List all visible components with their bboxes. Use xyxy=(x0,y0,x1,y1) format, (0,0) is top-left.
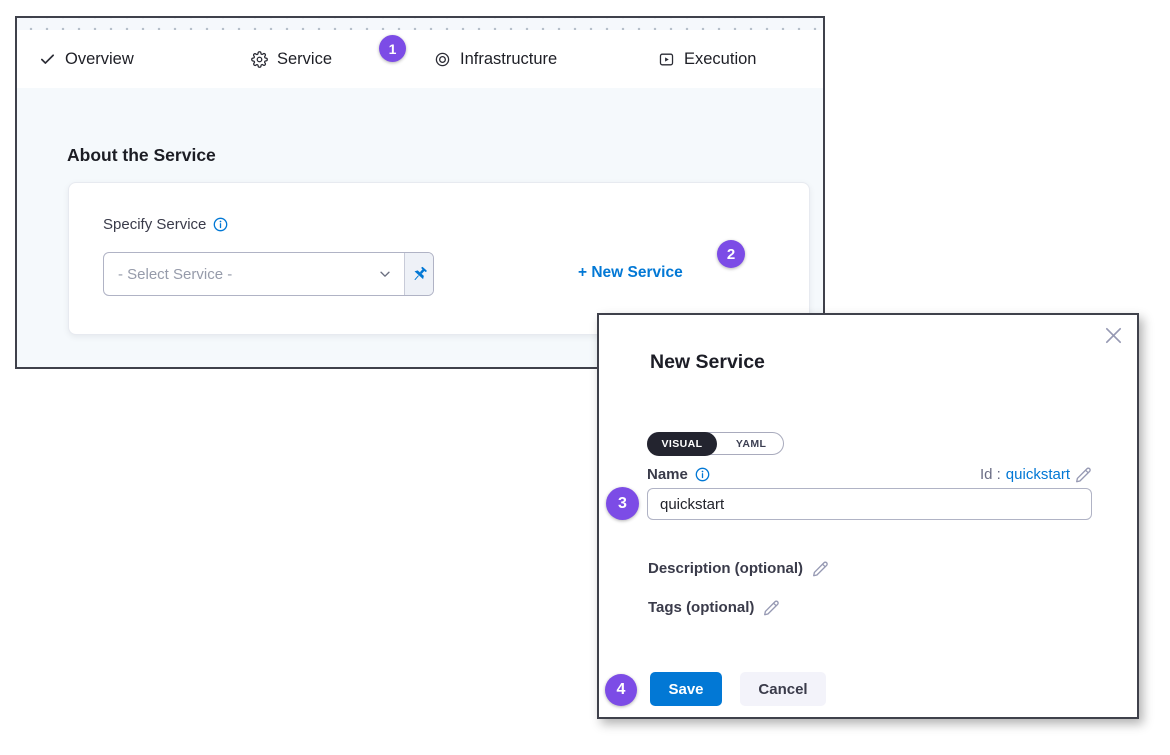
close-button[interactable] xyxy=(1102,324,1124,346)
tab-infrastructure-label: Infrastructure xyxy=(460,50,557,69)
toggle-visual[interactable]: VISUAL xyxy=(647,432,718,456)
step-badge-1: 1 xyxy=(379,35,406,62)
toggle-yaml[interactable]: YAML xyxy=(719,438,783,450)
pin-service-button[interactable] xyxy=(404,253,433,295)
info-icon[interactable] xyxy=(213,217,228,232)
specify-service-label: Specify Service xyxy=(103,216,206,233)
service-id-line: Id : quickstart xyxy=(980,466,1092,483)
edit-id-pencil-icon[interactable] xyxy=(1075,466,1092,483)
step-badge-3: 3 xyxy=(606,487,639,520)
save-button[interactable]: Save xyxy=(650,672,722,706)
pipeline-canvas-dotted-strip xyxy=(17,18,823,30)
new-service-modal: New Service VISUAL YAML Name Id : quicks… xyxy=(597,313,1139,719)
step-badge-2: 2 xyxy=(717,240,745,268)
service-id-value[interactable]: quickstart xyxy=(1006,466,1070,483)
step-badge-4: 4 xyxy=(605,674,637,706)
id-prefix-label: Id : xyxy=(980,466,1001,483)
tab-service[interactable]: Service xyxy=(251,30,332,88)
name-label: Name xyxy=(647,466,688,483)
cancel-button[interactable]: Cancel xyxy=(740,672,826,706)
modal-button-row: Save Cancel xyxy=(650,672,826,706)
description-label: Description (optional) xyxy=(648,560,803,577)
section-heading: About the Service xyxy=(67,145,216,166)
service-select-value: - Select Service - xyxy=(118,266,232,283)
info-icon[interactable] xyxy=(695,467,710,482)
gear-icon xyxy=(251,51,268,68)
tab-overview-label: Overview xyxy=(65,50,134,69)
tab-execution-label: Execution xyxy=(684,50,756,69)
pin-icon xyxy=(411,266,428,283)
close-icon xyxy=(1103,325,1124,346)
tab-overview[interactable]: Overview xyxy=(39,30,134,88)
service-select-group: - Select Service - xyxy=(103,252,434,296)
stage-tab-bar: Overview Service Infrastructure Executio… xyxy=(17,30,823,89)
double-circle-icon xyxy=(434,51,451,68)
name-label-row: Name Id : quickstart xyxy=(647,465,1092,483)
description-row: Description (optional) xyxy=(648,560,829,577)
chevron-down-icon xyxy=(378,267,392,281)
tab-infrastructure[interactable]: Infrastructure xyxy=(434,30,557,88)
tags-label: Tags (optional) xyxy=(648,599,754,616)
modal-title: New Service xyxy=(650,351,765,374)
tab-service-label: Service xyxy=(277,50,332,69)
edit-tags-pencil-icon[interactable] xyxy=(763,599,780,616)
new-service-button[interactable]: + New Service xyxy=(578,264,683,282)
tags-row: Tags (optional) xyxy=(648,599,780,616)
tab-execution[interactable]: Execution xyxy=(658,30,756,88)
check-icon xyxy=(39,51,56,68)
specify-service-label-row: Specify Service xyxy=(103,216,228,233)
service-name-input[interactable] xyxy=(647,488,1092,520)
edit-description-pencil-icon[interactable] xyxy=(812,560,829,577)
service-select[interactable]: - Select Service - xyxy=(104,253,404,295)
visual-yaml-toggle: VISUAL YAML xyxy=(647,432,784,455)
play-panel-icon xyxy=(658,51,675,68)
